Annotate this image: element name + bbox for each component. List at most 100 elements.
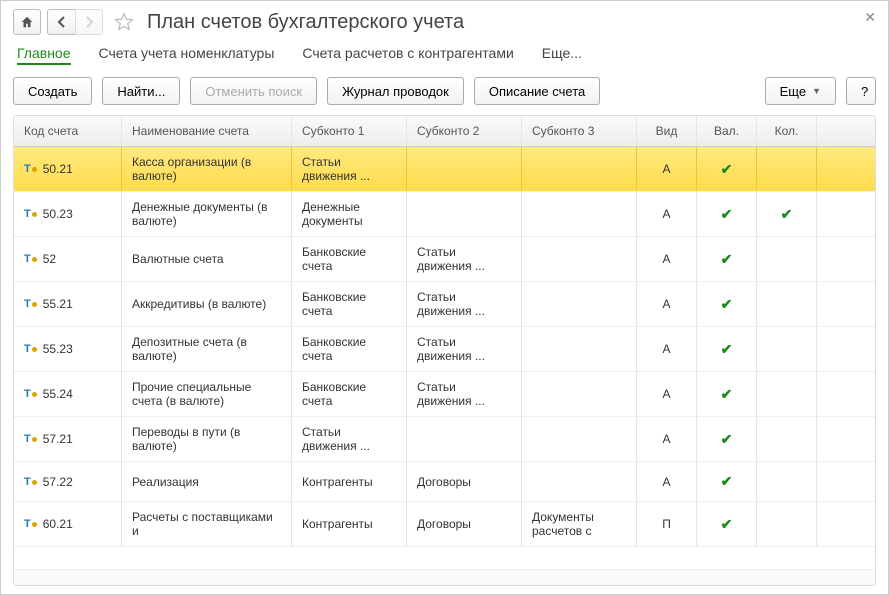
- cell-code: T52: [14, 237, 122, 281]
- col-val[interactable]: Вал.: [697, 116, 757, 146]
- cell-val: ✔: [697, 147, 757, 191]
- check-icon: ✔: [721, 251, 733, 268]
- describe-button[interactable]: Описание счета: [474, 77, 600, 105]
- table-row[interactable]: T57.21Переводы в пути (в валюте)Статьи д…: [14, 417, 875, 462]
- cell-val: ✔: [697, 417, 757, 461]
- cell-vid: А: [637, 372, 697, 416]
- cell-sub2: Договоры: [407, 502, 522, 546]
- cell-name: Прочие специальные счета (в валюте): [122, 372, 292, 416]
- cell-sub2: [407, 147, 522, 191]
- check-icon: ✔: [721, 206, 733, 223]
- cell-kol: [757, 502, 817, 546]
- cell-kol: [757, 147, 817, 191]
- cell-kol: [757, 372, 817, 416]
- cell-sub1: Статьи движения ...: [292, 147, 407, 191]
- table-row[interactable]: T50.23Денежные документы (в валюте)Денеж…: [14, 192, 875, 237]
- cell-val: ✔: [697, 282, 757, 326]
- cell-val: ✔: [697, 502, 757, 546]
- cell-name: Расчеты с поставщиками и: [122, 502, 292, 546]
- cell-kol: [757, 237, 817, 281]
- table-row[interactable]: T57.22РеализацияКонтрагентыДоговорыА✔: [14, 462, 875, 502]
- more-button[interactable]: Еще▼: [765, 77, 836, 105]
- cell-sub3: [522, 372, 637, 416]
- check-icon: ✔: [721, 161, 733, 178]
- cell-sub3: [522, 237, 637, 281]
- table-row[interactable]: T55.24Прочие специальные счета (в валюте…: [14, 372, 875, 417]
- back-button[interactable]: [47, 9, 75, 35]
- cell-sub1: Контрагенты: [292, 502, 407, 546]
- table-row[interactable]: T52Валютные счетаБанковские счетаСтатьи …: [14, 237, 875, 282]
- cell-kol: [757, 462, 817, 501]
- check-icon: ✔: [721, 341, 733, 358]
- cell-sub3: [522, 462, 637, 501]
- cell-code: T55.24: [14, 372, 122, 416]
- topbar: План счетов бухгалтерского учета: [13, 9, 876, 35]
- col-vid[interactable]: Вид: [637, 116, 697, 146]
- table-row[interactable]: T50.21Касса организации (в валюте)Статьи…: [14, 147, 875, 192]
- cell-code: T60.21: [14, 502, 122, 546]
- cell-sub2: Статьи движения ...: [407, 282, 522, 326]
- cell-name: Денежные документы (в валюте): [122, 192, 292, 236]
- more-label: Еще: [780, 84, 806, 99]
- help-button[interactable]: ?: [846, 77, 876, 105]
- tab-главное[interactable]: Главное: [17, 45, 71, 65]
- cell-name: Реализация: [122, 462, 292, 501]
- cell-name: Переводы в пути (в валюте): [122, 417, 292, 461]
- table-row[interactable]: T60.21Расчеты с поставщиками иКонтрагент…: [14, 502, 875, 547]
- col-sub2[interactable]: Субконто 2: [407, 116, 522, 146]
- cell-sub2: [407, 417, 522, 461]
- toolbar: Создать Найти... Отменить поиск Журнал п…: [13, 77, 876, 105]
- check-icon: ✔: [721, 431, 733, 448]
- cell-code: T50.21: [14, 147, 122, 191]
- cell-sub2: Статьи движения ...: [407, 327, 522, 371]
- t-icon: T: [24, 388, 37, 400]
- tab-счета-учета-номенклатуры[interactable]: Счета учета номенклатуры: [99, 45, 275, 65]
- cell-code: T55.21: [14, 282, 122, 326]
- cell-sub2: Статьи движения ...: [407, 372, 522, 416]
- t-icon: T: [24, 253, 37, 265]
- home-button[interactable]: [13, 9, 41, 35]
- tab-счета-расчетов-с-контрагентами[interactable]: Счета расчетов с контрагентами: [302, 45, 513, 65]
- cell-sub3: [522, 147, 637, 191]
- cell-sub1: Денежные документы: [292, 192, 407, 236]
- col-sub1[interactable]: Субконто 1: [292, 116, 407, 146]
- table-body[interactable]: T50.21Касса организации (в валюте)Статьи…: [14, 147, 875, 569]
- cell-vid: А: [637, 327, 697, 371]
- cell-sub1: Контрагенты: [292, 462, 407, 501]
- create-button[interactable]: Создать: [13, 77, 92, 105]
- cell-sub3: [522, 417, 637, 461]
- cell-vid: А: [637, 192, 697, 236]
- close-icon[interactable]: ✕: [864, 9, 876, 26]
- horizontal-scrollbar[interactable]: [14, 569, 875, 585]
- cell-sub3: [522, 327, 637, 371]
- home-icon: [20, 15, 34, 29]
- col-kol[interactable]: Кол.: [757, 116, 817, 146]
- cell-kol: [757, 327, 817, 371]
- cell-vid: А: [637, 462, 697, 501]
- cell-val: ✔: [697, 372, 757, 416]
- nav-group: [47, 9, 103, 35]
- table-row[interactable]: T55.21Аккредитивы (в валюте)Банковские с…: [14, 282, 875, 327]
- tab-еще-[interactable]: Еще...: [542, 45, 582, 65]
- col-sub3[interactable]: Субконто 3: [522, 116, 637, 146]
- journal-button[interactable]: Журнал проводок: [327, 77, 464, 105]
- cell-sub1: Статьи движения ...: [292, 417, 407, 461]
- cell-sub2: [407, 192, 522, 236]
- favorite-button[interactable]: [113, 11, 135, 33]
- cell-vid: А: [637, 147, 697, 191]
- star-icon: [114, 12, 134, 32]
- page-title: План счетов бухгалтерского учета: [147, 11, 464, 34]
- forward-button[interactable]: [75, 9, 103, 35]
- cell-sub3: [522, 192, 637, 236]
- cell-vid: П: [637, 502, 697, 546]
- arrow-right-icon: [83, 16, 95, 28]
- find-button[interactable]: Найти...: [102, 77, 180, 105]
- cell-code: T55.23: [14, 327, 122, 371]
- t-icon: T: [24, 163, 37, 175]
- cell-sub3: Документы расчетов с: [522, 502, 637, 546]
- col-name[interactable]: Наименование счета: [122, 116, 292, 146]
- col-code[interactable]: Код счета: [14, 116, 122, 146]
- main-window: ✕ План счетов бухгалтерского учета Главн…: [0, 0, 889, 595]
- t-icon: T: [24, 476, 37, 488]
- table-row[interactable]: T55.23Депозитные счета (в валюте)Банковс…: [14, 327, 875, 372]
